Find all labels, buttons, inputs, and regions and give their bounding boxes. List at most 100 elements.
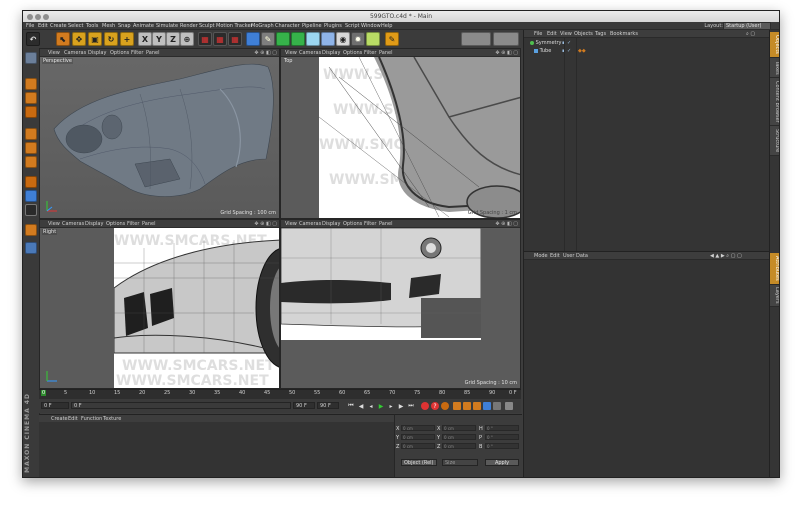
- size-z-field[interactable]: 0 cm: [442, 443, 476, 449]
- live-select-icon[interactable]: ▣: [88, 32, 102, 46]
- z-axis-lock-button[interactable]: Z: [166, 32, 180, 46]
- key-pla-icon[interactable]: [493, 402, 501, 410]
- vp-menu-display[interactable]: Display: [322, 50, 340, 56]
- menu-file[interactable]: File: [26, 23, 34, 29]
- menu-mograph[interactable]: MoGraph: [251, 23, 274, 29]
- menu-select[interactable]: Select: [68, 23, 83, 29]
- key-param-icon[interactable]: [483, 402, 491, 410]
- scene-icon[interactable]: [366, 32, 380, 46]
- tab-takes[interactable]: Takes: [770, 58, 779, 78]
- layout-dropdown[interactable]: Startup (User): [723, 22, 771, 30]
- menu-snap[interactable]: Snap: [118, 23, 131, 29]
- menu-mesh[interactable]: Mesh: [102, 23, 115, 29]
- position-x-field[interactable]: 0 cm: [401, 425, 435, 431]
- play-icon[interactable]: ▶: [377, 402, 385, 410]
- tab-attributes[interactable]: Attributes: [770, 253, 779, 285]
- vp-menu-display[interactable]: Display: [322, 221, 340, 227]
- viewport-nav-icons[interactable]: ✥ ⊕ ◧ ▢: [495, 221, 518, 227]
- rotation-h-field[interactable]: 0 °: [485, 425, 519, 431]
- points-mode-icon[interactable]: [25, 128, 37, 140]
- om-menu-bookmarks[interactable]: Bookmarks: [610, 31, 638, 37]
- snap-toggle-icon[interactable]: [461, 32, 491, 46]
- menu-script[interactable]: Script: [345, 23, 360, 29]
- render-view-icon[interactable]: ▦: [198, 32, 212, 46]
- menu-help[interactable]: Help: [381, 23, 392, 29]
- cloner-icon[interactable]: [291, 32, 305, 46]
- axis-mode-icon[interactable]: [25, 176, 37, 188]
- texture-mode-icon[interactable]: [25, 92, 37, 104]
- menu-simulate[interactable]: Simulate: [156, 23, 178, 29]
- menu-plugins[interactable]: Plugins: [324, 23, 342, 29]
- menu-create[interactable]: Create: [50, 23, 67, 29]
- undo-icon[interactable]: ↶: [26, 32, 40, 46]
- snap-icon[interactable]: [25, 204, 37, 216]
- coordinate-mode-dropdown[interactable]: Object (Rel): [401, 459, 437, 466]
- am-nav-icons[interactable]: ◀ ▲ ▶ ⌕ ▢ ▢: [710, 253, 742, 259]
- subdivision-icon[interactable]: [276, 32, 290, 46]
- tab-objects[interactable]: Objects: [770, 32, 779, 58]
- timeline-settings-icon[interactable]: [505, 402, 513, 410]
- apply-button[interactable]: Apply: [485, 459, 519, 466]
- menu-window[interactable]: Window: [361, 23, 381, 29]
- move-tool-icon[interactable]: ⬉: [56, 32, 70, 46]
- vp-menu-display[interactable]: Display: [85, 221, 103, 227]
- goto-start-icon[interactable]: ⏮: [347, 402, 355, 410]
- size-y-field[interactable]: 0 cm: [442, 434, 476, 440]
- tweak-mode-icon[interactable]: [25, 190, 37, 202]
- menu-animate[interactable]: Animate: [133, 23, 154, 29]
- om-menu-edit[interactable]: Edit: [547, 31, 557, 37]
- max-frame-field[interactable]: 90 F: [293, 402, 315, 409]
- y-axis-lock-button[interactable]: Y: [152, 32, 166, 46]
- soft-selection-icon[interactable]: [25, 224, 37, 236]
- pen-icon[interactable]: ✎: [261, 32, 275, 46]
- am-menu-user-data[interactable]: User Data: [563, 253, 588, 259]
- vp-menu-cameras[interactable]: Cameras: [299, 221, 321, 227]
- om-menu-view[interactable]: View: [560, 31, 572, 37]
- mat-menu-texture[interactable]: Texture: [103, 416, 121, 422]
- vp-menu-panel[interactable]: Panel: [142, 221, 156, 227]
- rotation-p-field[interactable]: 0 °: [485, 434, 519, 440]
- vp-menu-options[interactable]: Options: [106, 221, 125, 227]
- am-menu-mode[interactable]: Mode: [534, 253, 548, 259]
- timeline-playhead[interactable]: 0: [41, 390, 47, 396]
- mat-menu-create[interactable]: Create: [51, 416, 68, 422]
- vp-menu-options[interactable]: Options: [343, 221, 362, 227]
- om-search-icon[interactable]: ⌕ ▢: [746, 31, 755, 37]
- viewport-nav-icons[interactable]: ✥ ⊕ ◧ ▢: [254, 221, 277, 227]
- menu-edit[interactable]: Edit: [38, 23, 48, 29]
- size-x-field[interactable]: 0 cm: [442, 425, 476, 431]
- menu-pipeline[interactable]: Pipeline: [302, 23, 322, 29]
- add-object-icon[interactable]: +: [120, 32, 134, 46]
- keyframe-selection-icon[interactable]: [441, 402, 449, 410]
- autokey-icon[interactable]: ?: [431, 402, 439, 410]
- vp-menu-panel[interactable]: Panel: [379, 50, 393, 56]
- goto-end-icon[interactable]: ⏭: [407, 402, 415, 410]
- tab-layers[interactable]: Layers: [770, 285, 779, 307]
- vp-menu-filter[interactable]: Filter: [364, 221, 376, 227]
- vp-menu-filter[interactable]: Filter: [127, 221, 139, 227]
- tab-structure[interactable]: Structure: [770, 126, 779, 156]
- x-axis-lock-button[interactable]: X: [138, 32, 152, 46]
- om-menu-file[interactable]: File: [534, 31, 542, 37]
- vp-menu-cameras[interactable]: Cameras: [62, 221, 84, 227]
- menu-sculpt[interactable]: Sculpt: [199, 23, 215, 29]
- light-icon[interactable]: ✹: [351, 32, 365, 46]
- position-y-field[interactable]: 0 cm: [401, 434, 435, 440]
- key-position-icon[interactable]: [453, 402, 461, 410]
- tab-content-browser[interactable]: Content Browser: [770, 78, 779, 126]
- am-menu-edit[interactable]: Edit: [550, 253, 560, 259]
- floor-icon[interactable]: [321, 32, 335, 46]
- python-script-icon[interactable]: ✎: [385, 32, 399, 46]
- polygons-mode-icon[interactable]: [25, 156, 37, 168]
- prev-key-icon[interactable]: ◀: [357, 402, 365, 410]
- rotation-b-field[interactable]: 0 °: [485, 443, 519, 449]
- end-frame-field[interactable]: 90 F: [317, 402, 339, 409]
- vp-menu-filter[interactable]: Filter: [364, 50, 376, 56]
- menu-render[interactable]: Render: [180, 23, 198, 29]
- vp-menu-panel[interactable]: Panel: [379, 221, 393, 227]
- viewport-solo-icon[interactable]: [25, 242, 37, 254]
- render-picture-viewer-icon[interactable]: ▦: [213, 32, 227, 46]
- frame-range-slider[interactable]: 0 F: [71, 402, 291, 409]
- key-rotation-icon[interactable]: [473, 402, 481, 410]
- key-scale-icon[interactable]: [463, 402, 471, 410]
